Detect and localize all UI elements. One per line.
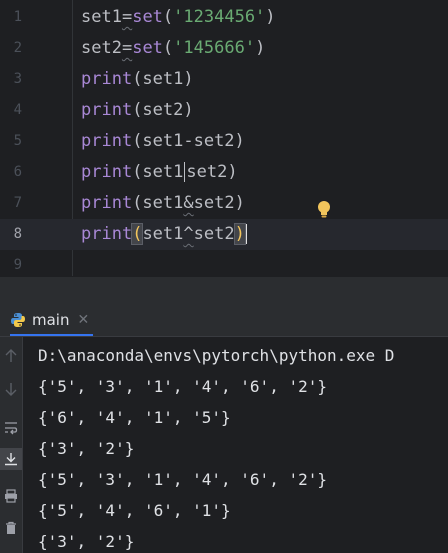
panel-splitter[interactable] [0, 276, 448, 307]
code-line[interactable]: 2 set2=set('145666') [0, 33, 448, 64]
console-line: {'3', '2'} [38, 532, 135, 551]
print-icon[interactable] [0, 485, 22, 507]
code-editor[interactable]: 1 set1=set('1234456') 2 set2=set('145666') 3… [0, 0, 448, 276]
code-line[interactable]: 3 print(set1) [0, 64, 448, 95]
code-token: set2) [186, 162, 238, 182]
code-text: print(set1-set2) [81, 126, 245, 157]
code-token: ( [131, 223, 144, 245]
code-token: (set2) [132, 100, 194, 120]
code-line[interactable]: 7 print(set1&set2) [0, 188, 448, 219]
python-icon [11, 313, 25, 327]
code-line[interactable]: 8 print(set1^set2) [0, 219, 448, 250]
console-line: {'5', '3', '1', '4', '6', '2'} [38, 377, 327, 396]
code-line[interactable]: 5 print(set1-set2) [0, 126, 448, 157]
code-token: ) [233, 223, 246, 245]
code-token: (set1) [132, 69, 194, 89]
console-line: {'6', '4', '1', '5'} [38, 408, 231, 427]
arrow-up-icon[interactable] [0, 345, 22, 367]
code-token: ^ [183, 224, 194, 244]
line-number: 6 [13, 164, 22, 180]
console-toolbar [0, 337, 23, 553]
code-token: print [81, 162, 133, 182]
code-token: print [81, 224, 133, 244]
code-text: print(set2) [81, 95, 194, 126]
line-number: 4 [13, 102, 22, 118]
code-token: (set1-set2) [132, 131, 245, 151]
line-number: 8 [13, 226, 22, 242]
console-line: {'5', '3', '1', '4', '6', '2'} [38, 470, 327, 489]
lightbulb-icon[interactable] [316, 200, 332, 220]
console-output[interactable]: D:\anaconda\envs\pytorch\python.exe D {'5… [23, 337, 448, 553]
line-number: 5 [13, 133, 22, 149]
code-token: = [121, 7, 133, 27]
code-line[interactable]: 4 print(set2) [0, 95, 448, 126]
code-text: set1=set('1234456') [81, 2, 276, 33]
code-token: '1234456' [173, 7, 266, 27]
code-token: print [81, 193, 133, 213]
scroll-to-end-icon[interactable] [0, 448, 22, 470]
code-token: set1 [81, 7, 122, 27]
code-token: '145666' [173, 38, 256, 58]
run-tab-label: main [32, 311, 70, 329]
code-token: & [183, 193, 194, 213]
code-token: ( [162, 38, 174, 58]
line-number: 3 [13, 71, 22, 87]
code-text: print(set1&set2) [81, 188, 245, 219]
code-token: set [132, 7, 163, 27]
console-line: {'3', '2'} [38, 439, 135, 458]
code-token: (set1 [132, 162, 184, 182]
code-token: set1 [142, 224, 184, 244]
code-text: print(set1^set2) [81, 219, 247, 250]
text-cursor [244, 224, 247, 244]
console-line: {'5', '4', '6', '1'} [38, 501, 231, 520]
code-text: print(set1) [81, 64, 194, 95]
code-line[interactable]: 1 set1=set('1234456') [0, 2, 448, 33]
code-token: set2 [193, 224, 235, 244]
code-token: ) [255, 38, 266, 58]
code-token: print [81, 131, 133, 151]
code-token: (set1 [132, 193, 184, 213]
code-text: print(set1 set2) [81, 157, 238, 188]
code-token: print [81, 100, 133, 120]
run-tab-main[interactable]: main ✕ [10, 306, 94, 336]
arrow-down-icon[interactable] [0, 378, 22, 400]
run-tool-window-header: main ✕ [0, 306, 448, 337]
close-icon[interactable]: ✕ [77, 312, 89, 328]
code-text: set2=set('145666') [81, 33, 265, 64]
code-line[interactable]: 6 print(set1 set2) [0, 157, 448, 188]
code-token: ) [265, 7, 276, 27]
line-number: 7 [13, 195, 22, 211]
line-number: 1 [13, 9, 22, 25]
code-token: set [132, 38, 163, 58]
code-token: print [81, 69, 133, 89]
trash-icon[interactable] [0, 517, 22, 539]
code-token: ( [162, 7, 174, 27]
line-number: 2 [13, 40, 22, 56]
code-token: set2) [193, 193, 245, 213]
code-token: = [121, 38, 133, 58]
code-token: set2 [81, 38, 122, 58]
console-line: D:\anaconda\envs\pytorch\python.exe D [38, 346, 395, 365]
soft-wrap-icon[interactable] [0, 417, 22, 439]
